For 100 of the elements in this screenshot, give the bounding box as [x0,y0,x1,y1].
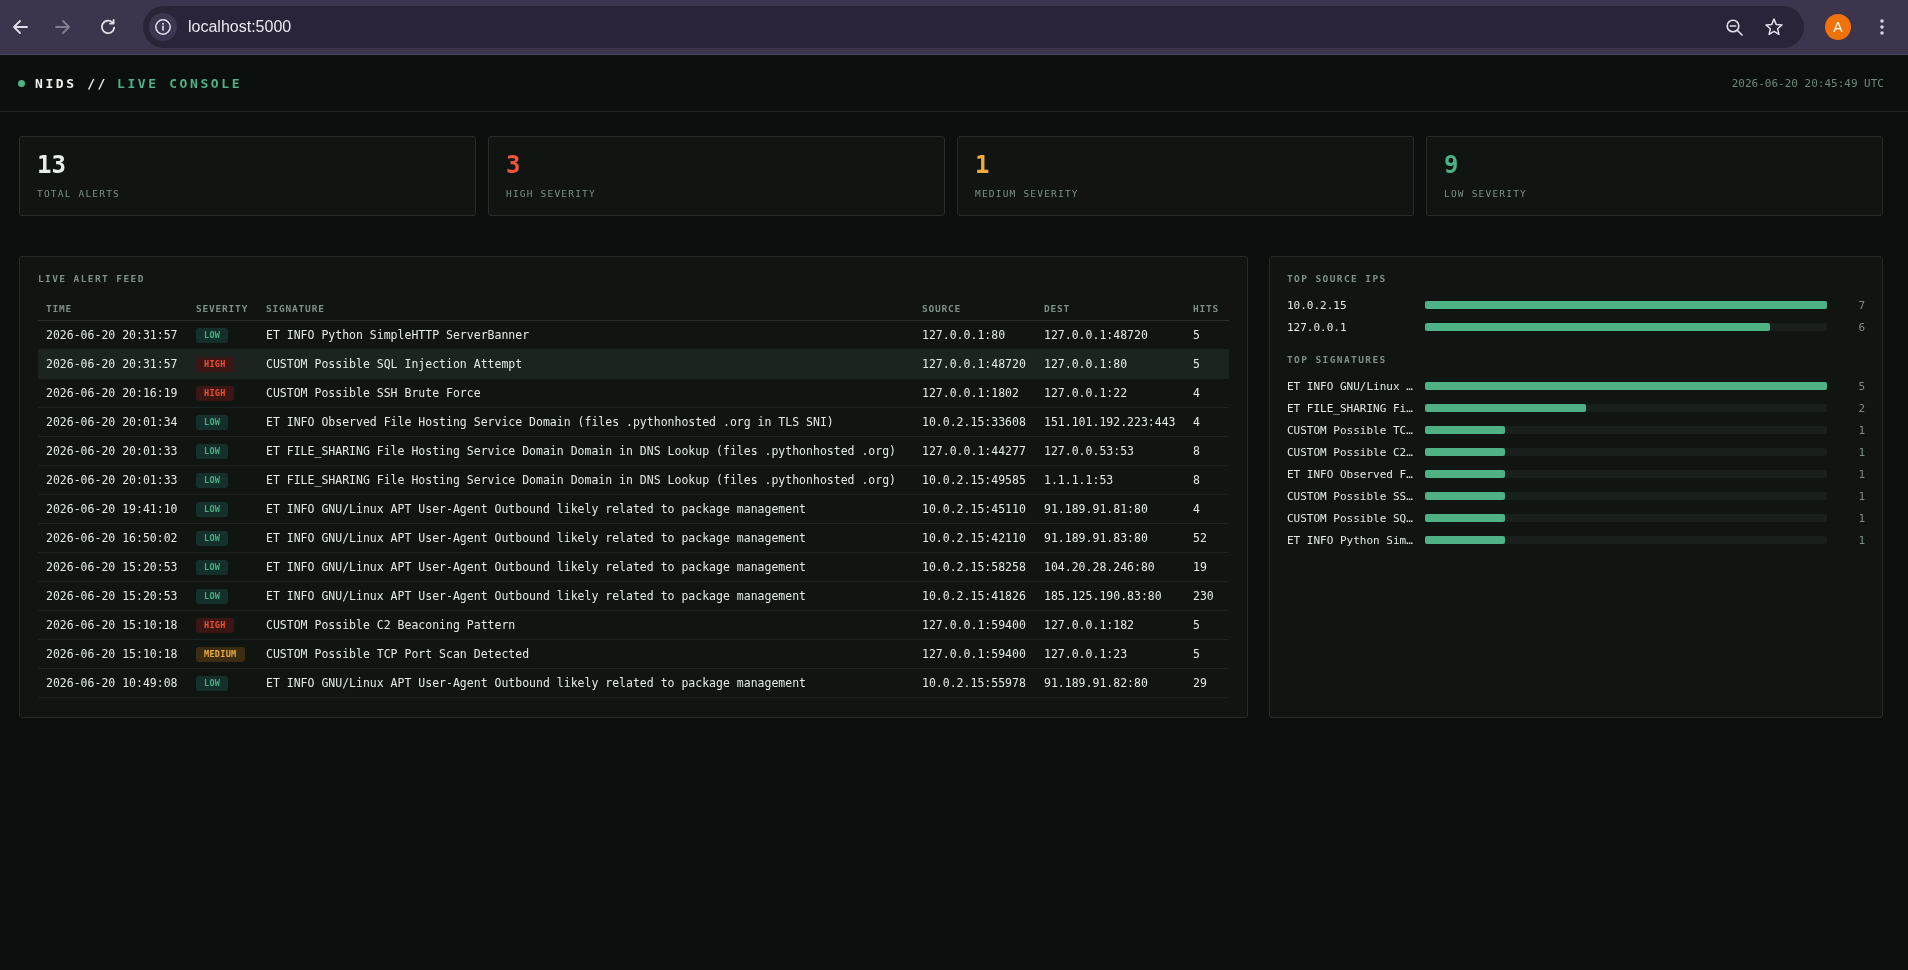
signature-text: ET INFO GNU/Linux APT User-Agent Outbound likely related to package management [266,531,807,545]
severity-badge: HIGH [196,385,234,401]
alert-count: 5 [1858,379,1865,393]
column-header: SIGNATURE [266,302,325,314]
alert-count: 1 [1858,533,1865,547]
stat-label: TOTAL ALERTS [37,188,121,200]
timestamp-text: 2026-06-20 15:10:18 [46,618,178,632]
signature-text: ET INFO Python SimpleHTTP ServerBanner [266,328,530,342]
zoom-out-icon[interactable] [1726,18,1743,36]
signature-label: CUSTOM Possible C2… [1287,445,1413,459]
section-title: TOP SIGNATURES [1287,354,1387,366]
severity-badge: HIGH [196,356,234,372]
alert-count: 1 [1858,467,1865,481]
severity-badge: LOW [196,501,229,517]
timestamp-text: 2026-06-20 20:31:57 [46,328,178,342]
info-icon[interactable] [149,13,177,41]
dest-address: 127.0.0.1:80 [1044,357,1128,371]
severity-badge: LOW [196,443,229,459]
section-title: TOP SOURCE IPS [1287,273,1387,285]
hit-count: 4 [1193,386,1200,400]
stat-value: 13 [37,150,66,180]
more-menu-icon[interactable] [1880,19,1884,35]
severity-badge: LOW [196,327,229,343]
stat-label: LOW SEVERITY [1444,188,1528,200]
alert-count: 1 [1858,423,1865,437]
address-bar[interactable]: localhost:5000 [143,6,1804,48]
dest-address: 127.0.0.1:22 [1044,386,1128,400]
source-ip-label: 10.0.2.15 [1287,298,1347,312]
severity-badge: LOW [196,588,229,604]
hit-count: 4 [1193,502,1200,516]
dest-address: 127.0.0.1:48720 [1044,328,1148,342]
signature-text: ET INFO GNU/Linux APT User-Agent Outbound likely related to package management [266,589,807,603]
timestamp-text: 2026-06-20 15:20:53 [46,589,178,603]
source-address: 10.0.2.15:55978 [922,676,1026,690]
hit-count: 4 [1193,415,1200,429]
signature-label: ET FILE_SHARING Fi… [1287,401,1413,415]
hit-count: 5 [1193,357,1200,371]
url-text[interactable]: localhost:5000 [188,18,292,36]
timestamp-text: 2026-06-20 20:01:34 [46,415,178,429]
section-title: LIVE ALERT FEED [38,273,145,285]
source-address: 127.0.0.1:44277 [922,444,1026,458]
dest-address: 127.0.0.1:182 [1044,618,1134,632]
dest-address: 91.189.91.82:80 [1044,676,1148,690]
alert-count: 7 [1858,298,1865,312]
timestamp-text: 2026-06-20 20:16:19 [46,386,178,400]
signature-text: CUSTOM Possible SSH Brute Force [266,386,481,400]
severity-badge: HIGH [196,617,234,633]
timestamp-text: 2026-06-20 20:01:33 [46,473,178,487]
source-address: 10.0.2.15:49585 [922,473,1026,487]
hit-count: 8 [1193,473,1200,487]
severity-badge: LOW [196,675,229,691]
signature-text: ET INFO GNU/Linux APT User-Agent Outbound likely related to package management [266,560,807,574]
signature-text: ET FILE_SHARING File Hosting Service Domain Domain in DNS Lookup (files .pythonhosted .org) [266,473,897,487]
dest-address: 91.189.91.81:80 [1044,502,1148,516]
source-address: 10.0.2.15:41826 [922,589,1026,603]
signature-label: ET INFO GNU/Linux … [1287,379,1413,393]
back-arrow-icon[interactable] [12,19,28,35]
signature-text: ET INFO GNU/Linux APT User-Agent Outbound likely related to package management [266,502,807,516]
column-header: HITS [1193,302,1220,314]
signature-text: CUSTOM Possible SQL Injection Attempt [266,357,523,371]
signature-label: ET INFO Observed F… [1287,467,1413,481]
dest-address: 91.189.91.83:80 [1044,531,1148,545]
signature-text: CUSTOM Possible TCP Port Scan Detected [266,647,530,661]
dest-address: 185.125.190.83:80 [1044,589,1162,603]
dest-address: 127.0.0.1:23 [1044,647,1128,661]
signature-text: ET INFO Observed File Hosting Service Domain (files .pythonhosted .org in TLS SNI) [266,415,834,429]
timestamp: 2026-06-20 20:45:49 UTC [1731,76,1884,90]
star-icon[interactable] [1765,18,1783,36]
timestamp-text: 2026-06-20 15:20:53 [46,560,178,574]
alert-count: 2 [1858,401,1865,415]
dest-address: 127.0.0.53:53 [1044,444,1134,458]
hit-count: 19 [1193,560,1207,574]
timestamp-text: 2026-06-20 10:49:08 [46,676,178,690]
source-ip-label: 127.0.0.1 [1287,320,1347,334]
dest-address: 104.20.28.246:80 [1044,560,1155,574]
source-address: 127.0.0.1:59400 [922,618,1026,632]
dest-address: 1.1.1.1:53 [1044,473,1114,487]
signature-label: ET INFO Python Sim… [1287,533,1413,547]
source-address: 127.0.0.1:59400 [922,647,1026,661]
timestamp-text: 2026-06-20 20:01:33 [46,444,178,458]
hit-count: 230 [1193,589,1214,603]
stat-value: 9 [1444,150,1459,180]
dest-address: 151.101.192.223:443 [1044,415,1176,429]
severity-badge: LOW [196,472,229,488]
timestamp-text: 2026-06-20 16:50:02 [46,531,178,545]
signature-label: CUSTOM Possible TC… [1287,423,1413,437]
stat-label: MEDIUM SEVERITY [975,188,1079,200]
source-address: 127.0.0.1:1802 [922,386,1019,400]
source-address: 127.0.0.1:48720 [922,357,1026,371]
alert-count: 6 [1858,320,1865,334]
reload-icon[interactable] [100,19,116,35]
alert-count: 1 [1858,489,1865,503]
status-dot-icon [18,79,25,87]
hit-count: 5 [1193,328,1200,342]
timestamp-text: 2026-06-20 20:31:57 [46,357,178,371]
severity-badge: LOW [196,530,229,546]
hit-count: 29 [1193,676,1207,690]
column-header: SOURCE [922,302,962,314]
signature-text: CUSTOM Possible C2 Beaconing Pattern [266,618,516,632]
console-title: LIVE CONSOLE [117,75,243,91]
